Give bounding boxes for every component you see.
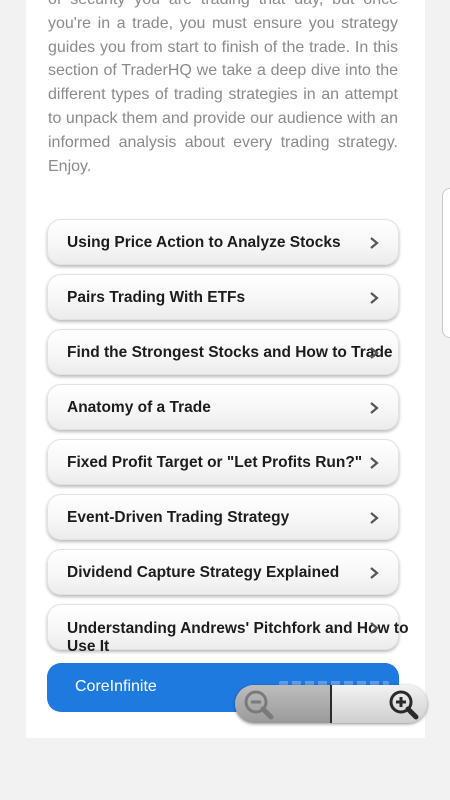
menu-item-andrews-pitchfork[interactable]: Understanding Andrews' Pitchfork and How… <box>47 604 409 655</box>
menu-item-label: Find the Strongest Stocks and How to Tra… <box>67 344 393 361</box>
menu-item-strongest-stocks[interactable]: Find the Strongest Stocks and How to Tra… <box>47 329 399 375</box>
zoom-out-icon <box>244 690 274 720</box>
chevron-right-icon <box>370 237 379 249</box>
intro-paragraph: of security you are trading that day, bu… <box>48 0 398 175</box>
zoom-control <box>235 685 427 723</box>
chevron-right-icon <box>370 567 379 579</box>
menu-item-label: Understanding Andrews' Pitchfork and How… <box>67 620 409 655</box>
chevron-right-icon <box>370 347 379 359</box>
menu-item-label: Pairs Trading With ETFs <box>67 289 246 306</box>
menu-item-profit-target[interactable]: Fixed Profit Target or "Let Profits Run?… <box>47 439 399 485</box>
scroll-handle[interactable] <box>442 188 450 338</box>
menu-item-label: Anatomy of a Trade <box>67 399 211 416</box>
chevron-right-icon <box>370 622 379 634</box>
zoom-in-button[interactable] <box>332 685 427 723</box>
cta-label: CoreInfinite <box>75 678 157 695</box>
chevron-right-icon <box>370 512 379 524</box>
article-card: of security you are trading that day, bu… <box>26 0 425 738</box>
strategy-menu: Using Price Action to Analyze Stocks Pai… <box>47 219 409 659</box>
menu-item-label: Using Price Action to Analyze Stocks <box>67 234 341 251</box>
chevron-right-icon <box>370 457 379 469</box>
menu-item-event-driven[interactable]: Event-Driven Trading Strategy <box>47 494 399 540</box>
chevron-right-icon <box>370 402 379 414</box>
menu-item-label: Dividend Capture Strategy Explained <box>67 564 340 581</box>
menu-item-dividend-capture[interactable]: Dividend Capture Strategy Explained <box>47 549 399 595</box>
zoom-out-button[interactable] <box>235 685 330 723</box>
menu-item-label: Event-Driven Trading Strategy <box>67 509 290 526</box>
menu-item-pairs-trading[interactable]: Pairs Trading With ETFs <box>47 274 399 320</box>
chevron-right-icon <box>370 292 379 304</box>
menu-item-label: Fixed Profit Target or "Let Profits Run?… <box>67 454 363 471</box>
zoom-in-icon <box>389 690 419 720</box>
menu-item-price-action[interactable]: Using Price Action to Analyze Stocks <box>47 219 399 265</box>
menu-item-anatomy-of-trade[interactable]: Anatomy of a Trade <box>47 384 399 430</box>
